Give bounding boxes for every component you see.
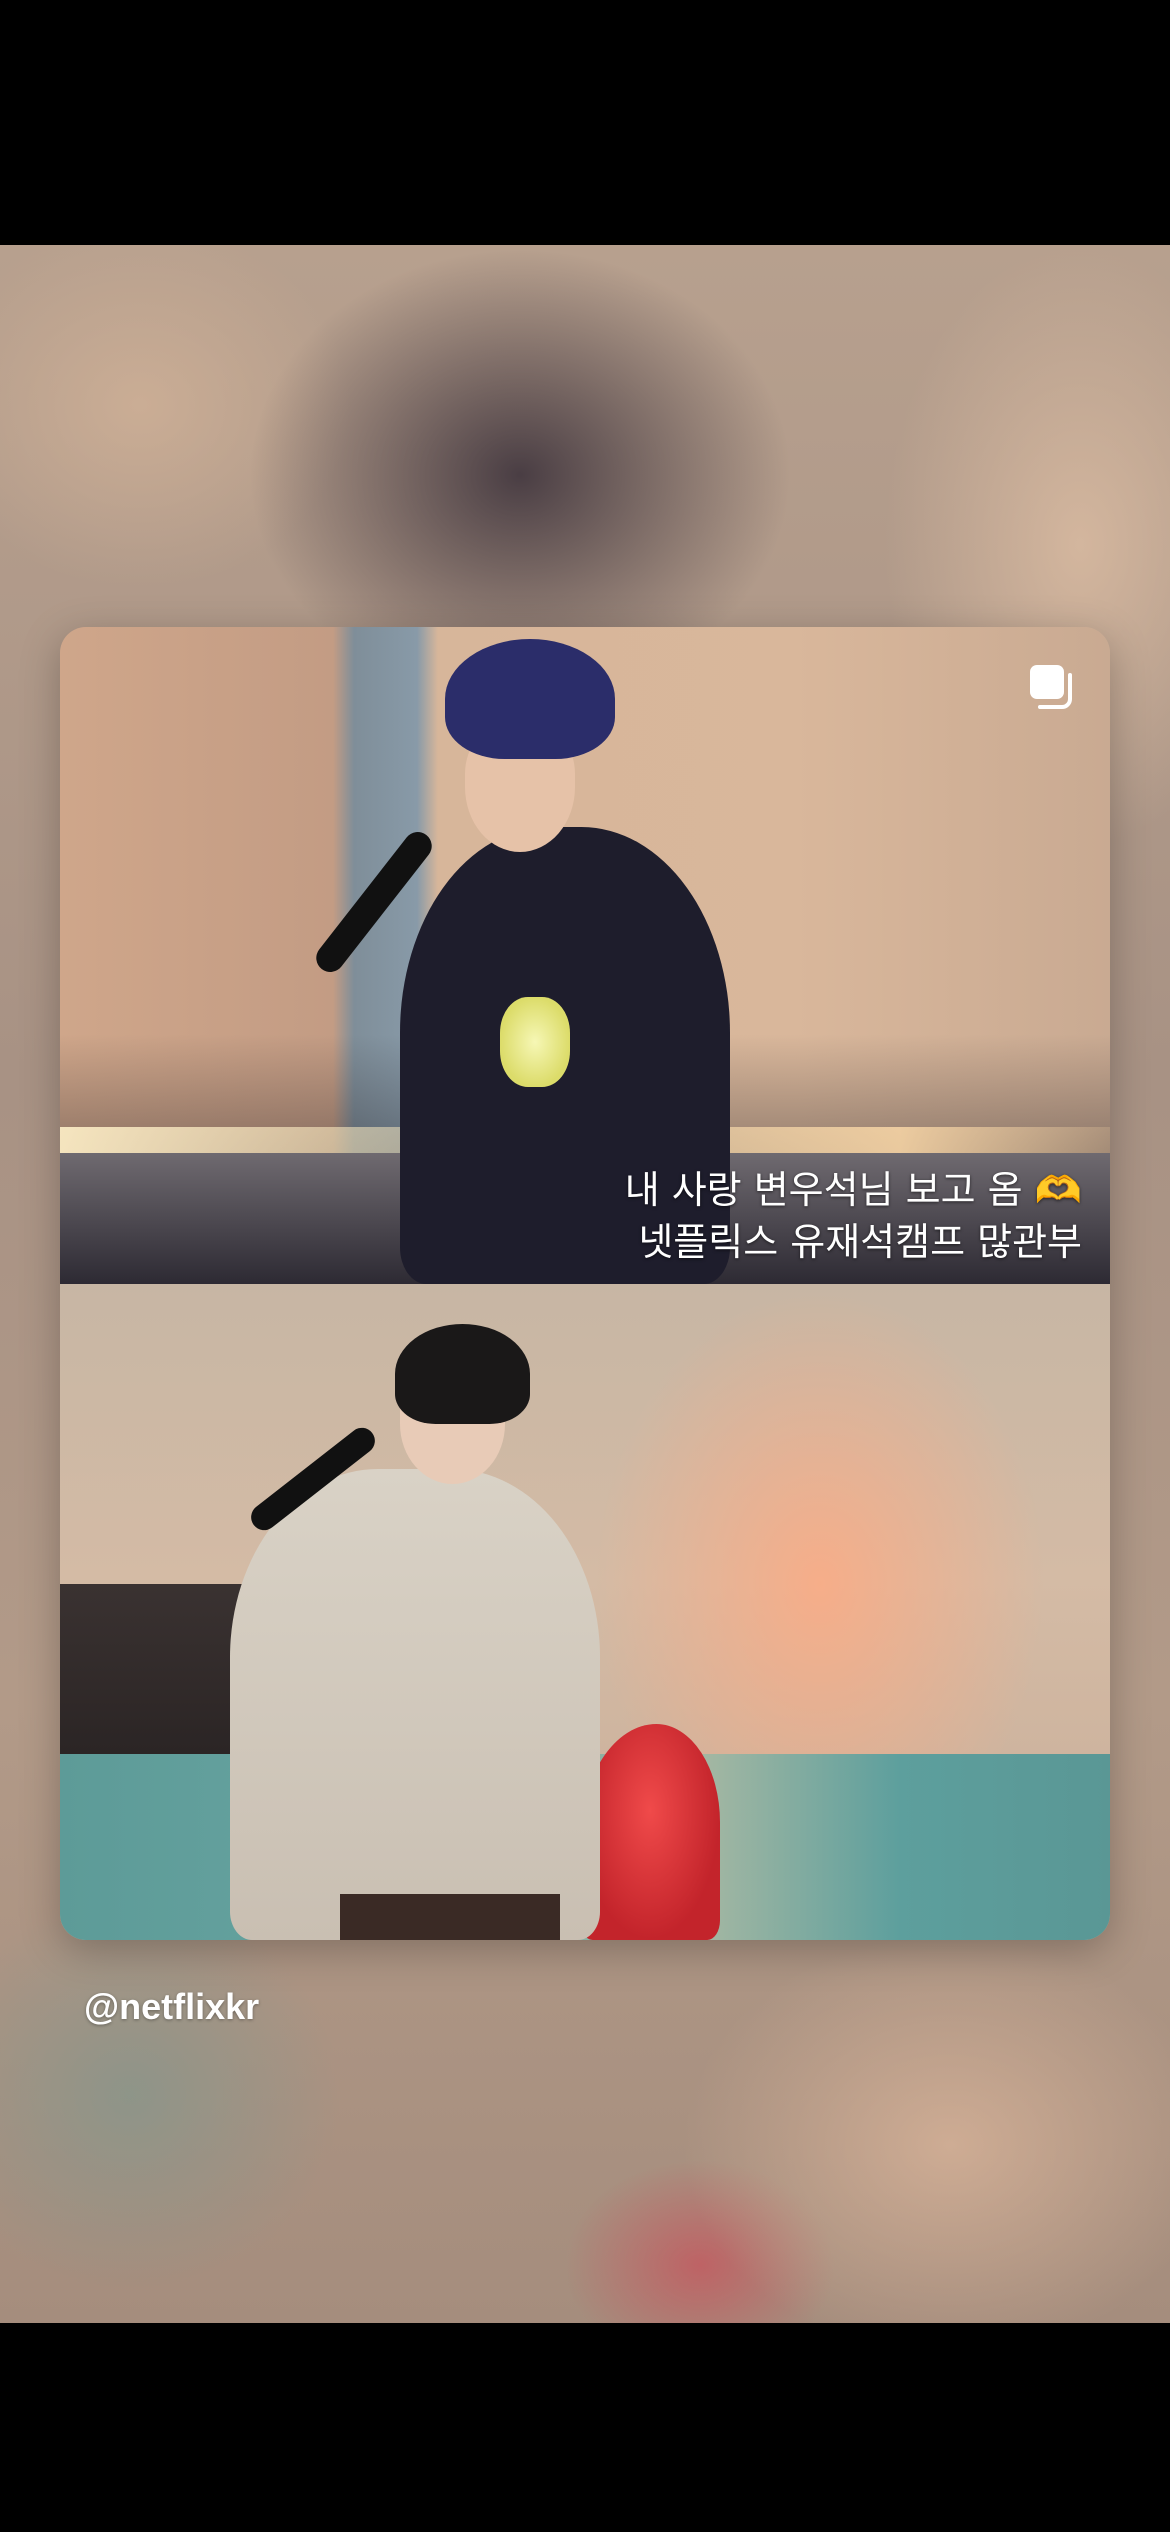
backwards-cap [395,1324,530,1424]
light-stick [500,997,570,1087]
pants [340,1894,560,1940]
caption-line-2: 넷플릭스 유재석캠프 많관부 [638,1220,1082,1264]
sweater [230,1469,600,1940]
caption-line-1: 내 사랑 변우석님 보고 옴 🫶 [624,1168,1082,1212]
post-card[interactable]: 내 사랑 변우석님 보고 옴 🫶 넷플릭스 유재석캠프 많관부 [60,627,1110,1940]
top-black-bar [0,0,1170,245]
mention-netflixkr[interactable]: @netflixkr [84,1985,259,2029]
multi-photo-icon [1030,665,1072,709]
bottom-black-bar [0,2323,1170,2532]
photo-top: 내 사랑 변우석님 보고 옴 🫶 넷플릭스 유재석캠프 많관부 [60,627,1110,1284]
story-screen: 내 사랑 변우석님 보고 옴 🫶 넷플릭스 유재석캠프 많관부 @netflix… [0,0,1170,2532]
bucket-hat [445,639,615,759]
story-caption: 내 사랑 변우석님 보고 옴 🫶 넷플릭스 유재석캠프 많관부 [625,1164,1082,1268]
photo-bottom [60,1284,1110,1940]
